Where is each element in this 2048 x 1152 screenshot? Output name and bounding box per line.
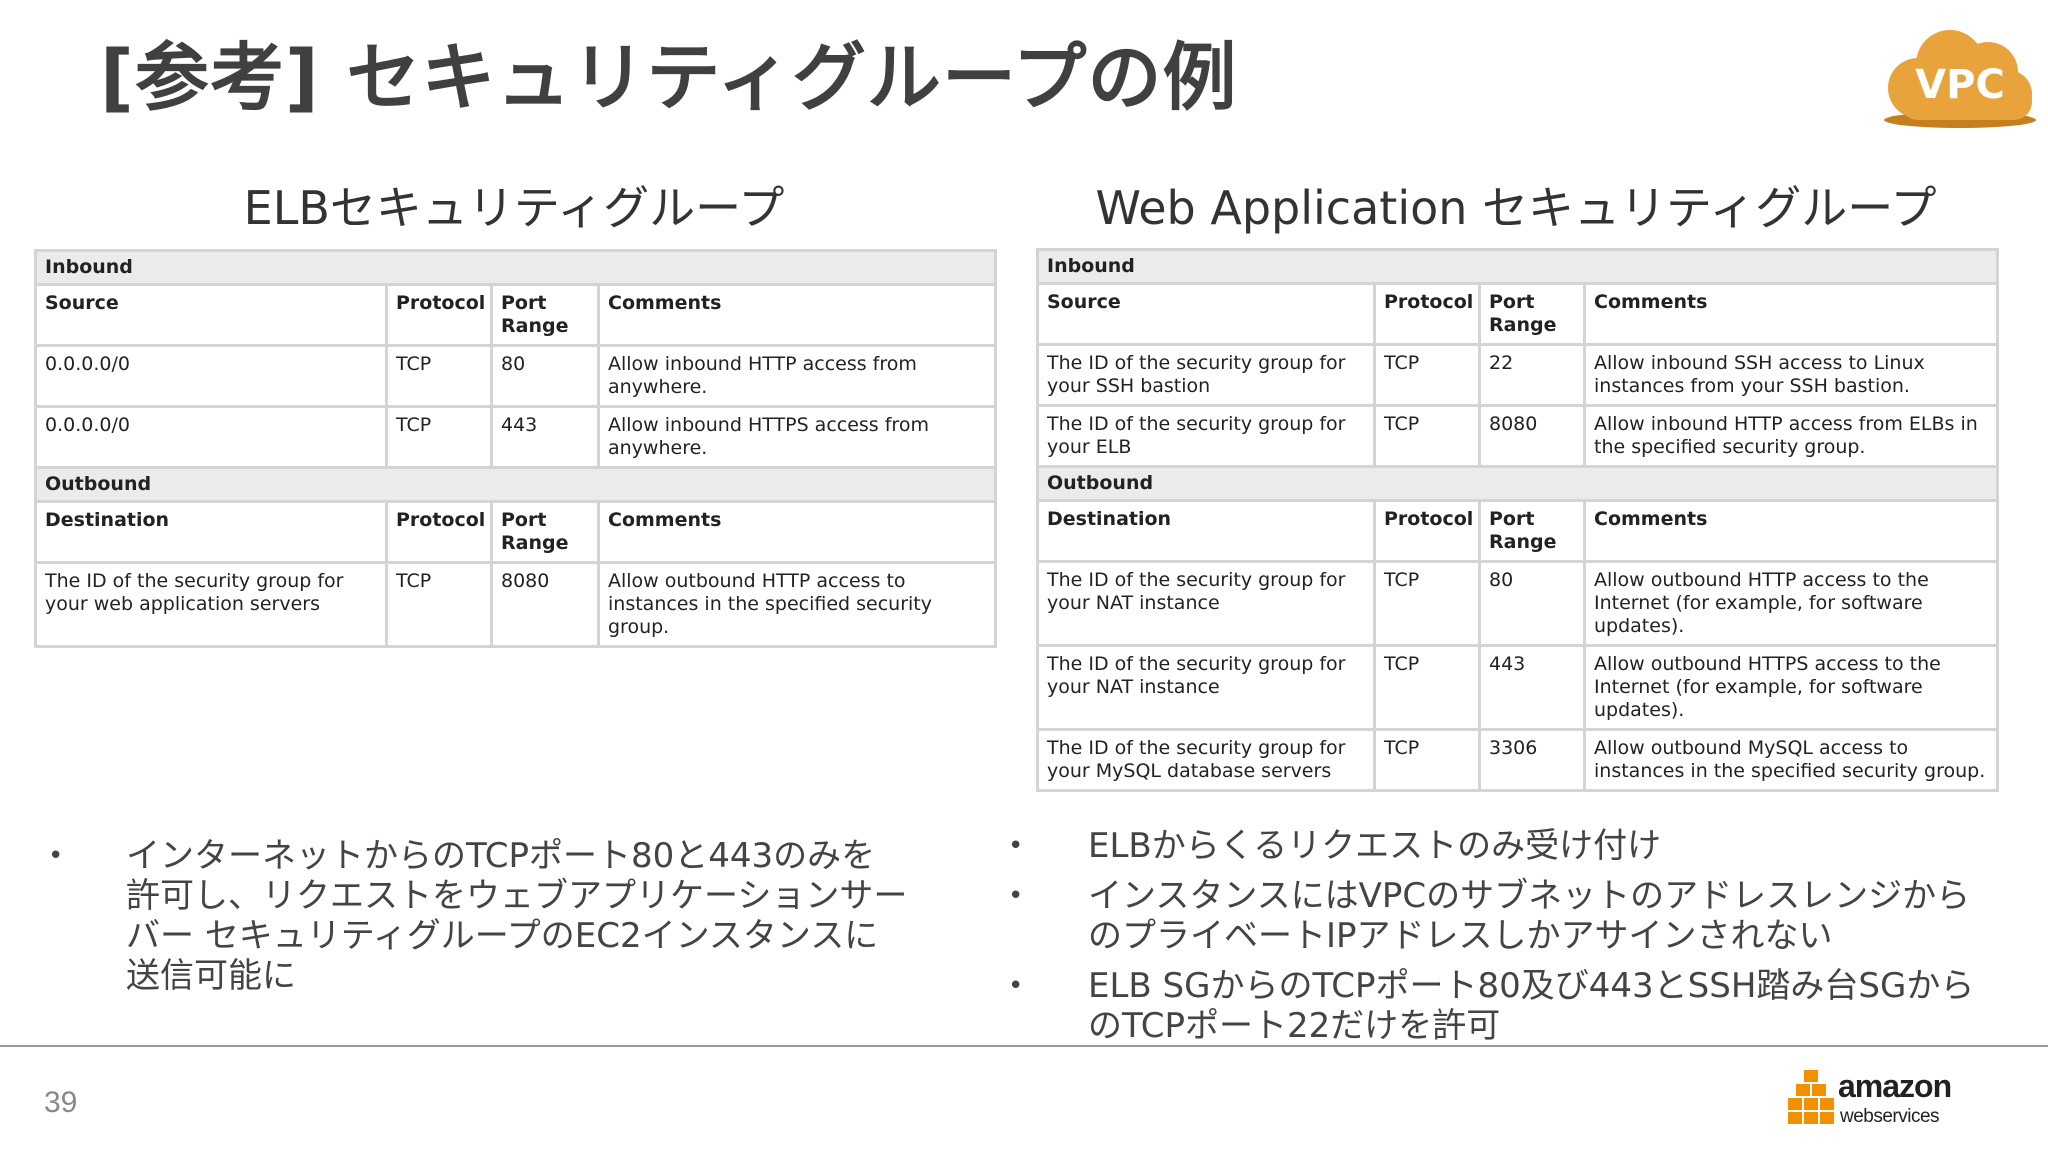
table-cell: The ID of the security group for your NA… [1036, 644, 1376, 731]
outbound-header-row: Destination Protocol Port Range Comments [1036, 499, 2000, 563]
table-cell: 0.0.0.0/0 [34, 405, 388, 469]
table-cell: Allow inbound HTTPS access from anywhere… [596, 405, 998, 469]
table-cell: Allow inbound SSH access to Linux instan… [1582, 343, 2000, 407]
table-cell: 443 [490, 405, 600, 469]
outbound-section-row: Outbound [33, 466, 998, 503]
table-row: The ID of the security group for your My… [1036, 728, 2000, 792]
web-security-group-table: Inbound Source Protocol Port Range Comments T… [1035, 248, 2000, 792]
table-row: The ID of the security group for your NA… [1036, 644, 2000, 731]
table-cell: Allow inbound HTTP access from ELBs in t… [1582, 404, 2000, 468]
inbound-header-row: Source Protocol Port Range Comments [1036, 282, 2000, 346]
aws-boxes-icon [1788, 1070, 1834, 1124]
footer-divider [0, 1045, 2048, 1047]
table-cell: TCP [385, 561, 493, 648]
column-header: Protocol [385, 283, 493, 347]
table-cell: Allow inbound HTTP access from anywhere. [596, 344, 998, 408]
table-cell: Allow outbound HTTP access to the Intern… [1582, 560, 2000, 647]
table-row: The ID of the security group for your EL… [1036, 404, 2000, 468]
column-header: Port Range [1478, 282, 1586, 346]
table-cell: 443 [1478, 644, 1586, 731]
table-row: The ID of the security group for your SS… [1036, 343, 2000, 407]
elb-sg-title: ELBセキュリティグループ [243, 181, 785, 235]
column-header: Destination [1036, 499, 1376, 563]
column-header: Port Range [490, 283, 600, 347]
outbound-section-label: Outbound [1035, 465, 2000, 502]
bullet-marker: • [1008, 971, 1024, 1001]
aws-logo: amazon webservices [1786, 1068, 1996, 1136]
vpc-cloud-badge: VPC [1880, 22, 2040, 132]
vpc-label: VPC [1915, 62, 2005, 108]
elb-security-group-table: Inbound Source Protocol Port Range Comments 0… [33, 249, 998, 648]
column-header: Protocol [1373, 282, 1481, 346]
table-row: 0.0.0.0/0 TCP 80 Allow inbound HTTP access … [34, 344, 998, 408]
bullet-marker: • [1008, 831, 1024, 861]
column-header: Protocol [1373, 499, 1481, 563]
column-header: Port Range [1478, 499, 1586, 563]
page-number: 39 [44, 1086, 78, 1119]
table-cell: The ID of the security group for your NA… [1036, 560, 1376, 647]
bullet-text: ELB SGからのTCPポート80及び443とSSH踏み台SGからのTCPポート… [1088, 966, 1975, 1046]
table-cell: Allow outbound MySQL access to instances… [1582, 728, 2000, 792]
bullet-item: • ELB SGからのTCPポート80及び443とSSH踏み台SGからのTCPポー… [1008, 966, 1998, 1046]
table-cell: TCP [1373, 728, 1481, 792]
table-cell: TCP [1373, 560, 1481, 647]
column-header: Comments [1582, 282, 2000, 346]
table-cell: The ID of the security group for your My… [1036, 728, 1376, 792]
table-row: 0.0.0.0/0 TCP 443 Allow inbound HTTPS acces… [34, 405, 998, 469]
table-cell: TCP [385, 344, 493, 408]
inbound-section-label: Inbound [1035, 248, 2000, 285]
table-cell: TCP [1373, 404, 1481, 468]
column-header: Source [34, 283, 388, 347]
table-cell: TCP [1373, 343, 1481, 407]
column-header: Comments [1582, 499, 2000, 563]
column-header: Source [1036, 282, 1376, 346]
table-row: The ID of the security group for your we… [34, 561, 998, 648]
outbound-section-label: Outbound [33, 466, 998, 503]
table-cell: Allow outbound HTTPS access to the Inter… [1582, 644, 2000, 731]
left-bullet-list: • インターネットからのTCPポート80と443のみを許可し、リクエストをウェブア… [48, 836, 908, 996]
table-cell: 8080 [490, 561, 600, 648]
table-cell: 0.0.0.0/0 [34, 344, 388, 408]
bullet-item: • ELBからくるリクエストのみ受け付け [1008, 826, 1998, 866]
table-cell: 3306 [1478, 728, 1586, 792]
outbound-header-row: Destination Protocol Port Range Comments [34, 500, 998, 564]
table-cell: Allow outbound HTTP access to instances … [596, 561, 998, 648]
table-row: The ID of the security group for your NA… [1036, 560, 2000, 647]
aws-logo-amazon: amazon [1838, 1068, 1952, 1104]
table-cell: The ID of the security group for your we… [34, 561, 388, 648]
table-cell: The ID of the security group for your SS… [1036, 343, 1376, 407]
slide-title: [参考] セキュリティグループの例 [100, 35, 1238, 121]
table-cell: 22 [1478, 343, 1586, 407]
column-header: Comments [596, 500, 998, 564]
table-cell: 8080 [1478, 404, 1586, 468]
column-header: Comments [596, 283, 998, 347]
bullet-marker: • [1008, 881, 1024, 911]
column-header: Destination [34, 500, 388, 564]
inbound-section-row: Inbound [1035, 248, 2000, 285]
outbound-section-row: Outbound [1035, 465, 2000, 502]
bullet-item: • インスタンスにはVPCのサブネットのアドレスレンジからのプライベートIPアドレ… [1008, 876, 1998, 956]
right-bullet-list: • ELBからくるリクエストのみ受け付け • インスタンスにはVPCのサブネットのアド… [1008, 826, 1998, 1056]
bullet-text: インスタンスにはVPCのサブネットのアドレスレンジからのプライベートIPアドレス… [1088, 876, 1971, 956]
inbound-header-row: Source Protocol Port Range Comments [34, 283, 998, 347]
table-cell: The ID of the security group for your EL… [1036, 404, 1376, 468]
inbound-section-row: Inbound [33, 249, 998, 286]
column-header: Port Range [490, 500, 600, 564]
web-sg-title: Web Application セキュリティグループ [1095, 181, 1937, 235]
table-cell: TCP [385, 405, 493, 469]
bullet-item: • インターネットからのTCPポート80と443のみを許可し、リクエストをウェブア… [48, 836, 908, 996]
table-cell: 80 [1478, 560, 1586, 647]
table-cell: TCP [1373, 644, 1481, 731]
column-header: Protocol [385, 500, 493, 564]
bullet-marker: • [48, 841, 64, 871]
bullet-text: ELBからくるリクエストのみ受け付け [1088, 826, 1662, 866]
aws-logo-webservices: webservices [1840, 1106, 1940, 1127]
bullet-text: インターネットからのTCPポート80と443のみを許可し、リクエストをウェブアプ… [126, 836, 908, 996]
inbound-section-label: Inbound [33, 249, 998, 286]
table-cell: 80 [490, 344, 600, 408]
